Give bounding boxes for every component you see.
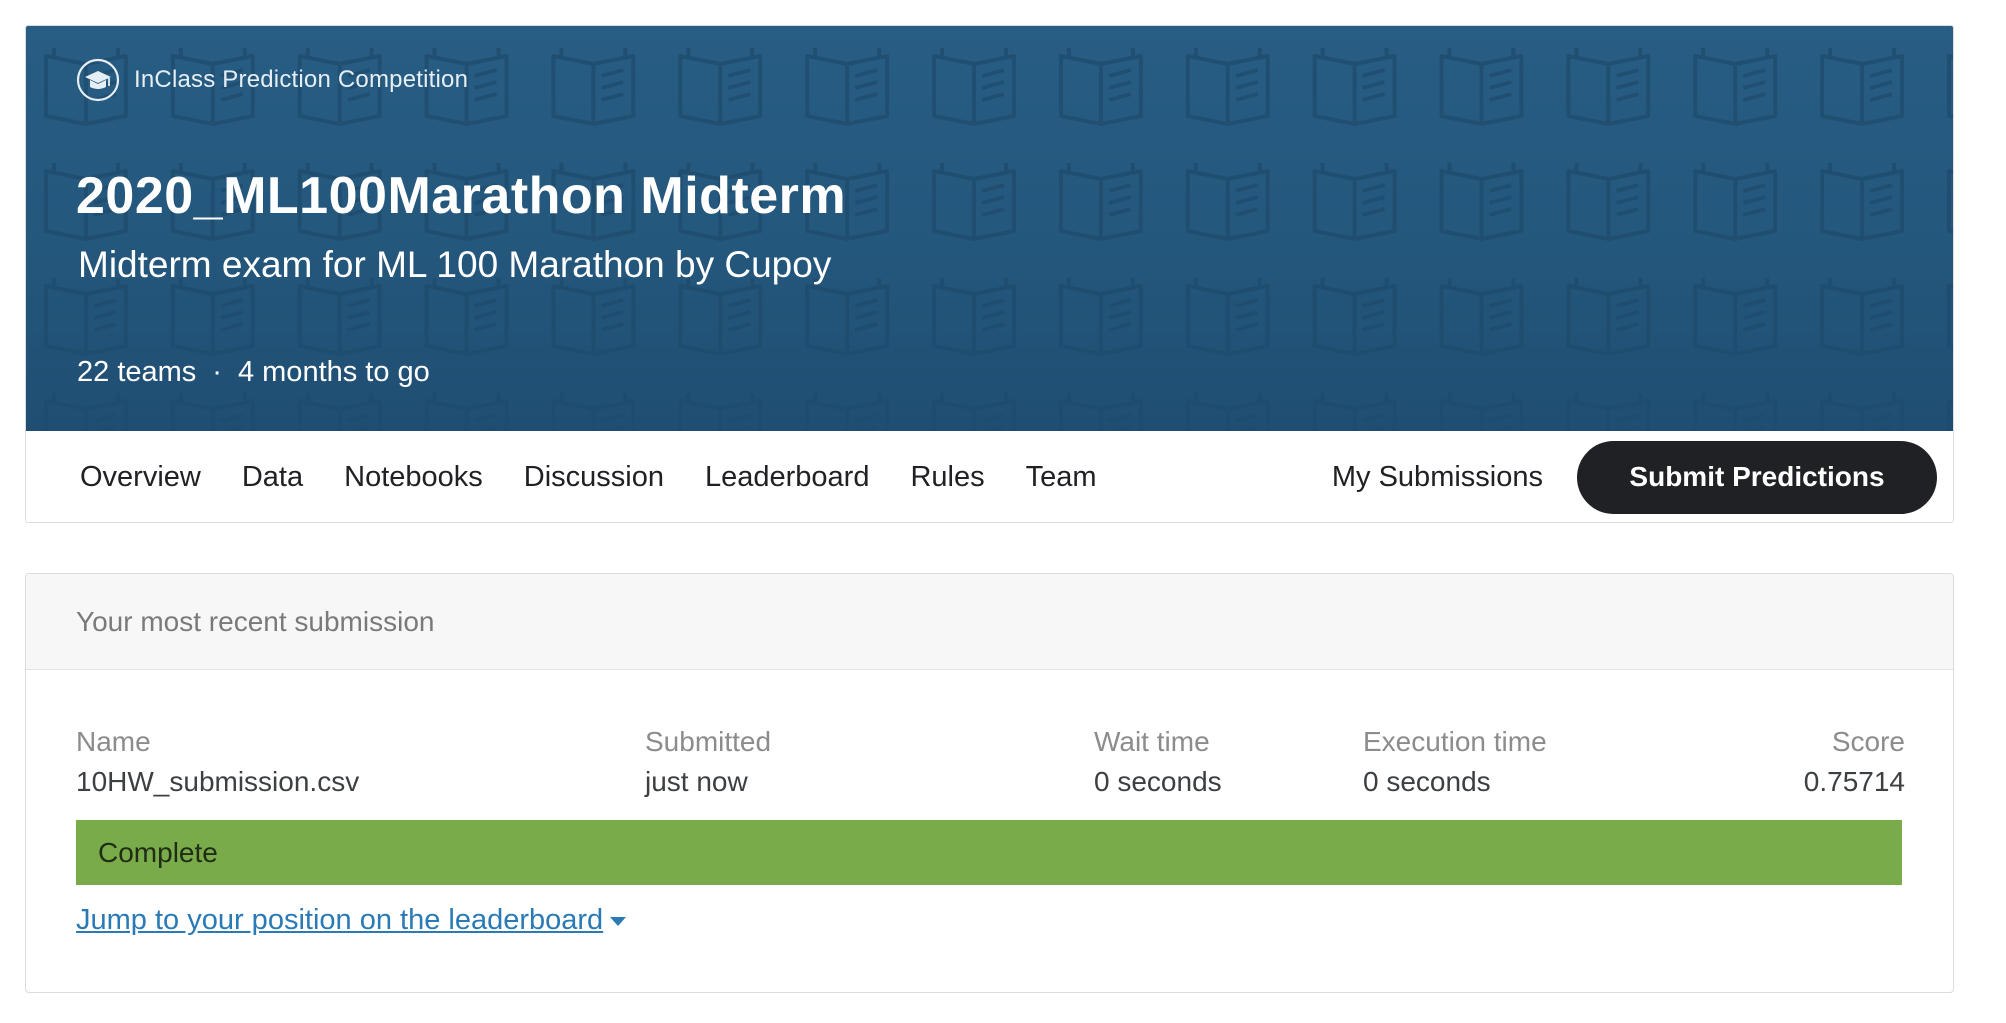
wait-time-column: Wait time 0 seconds (1094, 722, 1222, 802)
meta-separator: · (212, 356, 222, 388)
competition-title: 2020_ML100Marathon Midterm (76, 167, 847, 225)
submission-status-bar: Complete (76, 820, 1902, 885)
my-submissions-link[interactable]: My Submissions (1332, 461, 1543, 494)
jump-link-label: Jump to your position on the leaderboard (76, 904, 604, 936)
submission-card-title: Your most recent submission (76, 605, 435, 637)
submit-predictions-button[interactable]: Submit Predictions (1577, 440, 1937, 514)
execution-time-label: Execution time (1363, 726, 1547, 757)
graduation-cap-icon (76, 58, 120, 102)
competition-nav: Overview Data Notebooks Discussion Leade… (26, 431, 1953, 522)
score-column: Score 0.75714 (1804, 722, 1905, 802)
tab-notebooks[interactable]: Notebooks (344, 461, 483, 494)
competition-header-card: InClass Prediction Competition 2020_ML10… (25, 25, 1954, 523)
tab-leaderboard[interactable]: Leaderboard (705, 461, 869, 494)
submission-status-text: Complete (98, 836, 218, 868)
submission-filename: 10HW_submission.csv (76, 766, 360, 797)
competition-type-label: InClass Prediction Competition (134, 66, 469, 93)
submission-card-header: Your most recent submission (26, 574, 1953, 670)
submitted-column: Submitted just now (645, 722, 771, 802)
caret-down-icon (610, 916, 627, 926)
nav-tabs: Overview Data Notebooks Discussion Leade… (80, 461, 1097, 494)
score-value: 0.75714 (1803, 766, 1905, 797)
team-count: 22 teams (77, 356, 197, 388)
tab-team[interactable]: Team (1026, 461, 1097, 494)
name-label: Name (76, 726, 151, 757)
submitted-value: just now (645, 766, 748, 797)
nav-actions: My Submissions Submit Predictions (1332, 440, 1937, 514)
execution-time-value: 0 seconds (1363, 766, 1491, 797)
competition-meta: 22 teams · 4 months to go (77, 356, 430, 389)
wait-time-value: 0 seconds (1094, 766, 1222, 797)
submission-name-column: Name 10HW_submission.csv (76, 722, 359, 802)
tab-discussion[interactable]: Discussion (524, 461, 664, 494)
submitted-label: Submitted (645, 726, 772, 757)
time-remaining: 4 months to go (237, 356, 430, 388)
tab-rules[interactable]: Rules (910, 461, 984, 494)
competition-type-badge: InClass Prediction Competition (76, 58, 468, 102)
jump-to-leaderboard-link[interactable]: Jump to your position on the leaderboard (76, 904, 627, 937)
recent-submission-card: Your most recent submission Name 10HW_su… (25, 573, 1954, 993)
score-label: Score (1831, 726, 1905, 757)
submission-card-body: Name 10HW_submission.csv Submitted just … (26, 670, 1953, 992)
execution-time-column: Execution time 0 seconds (1363, 722, 1547, 802)
wait-time-label: Wait time (1094, 726, 1210, 757)
page: InClass Prediction Competition 2020_ML10… (0, 0, 2006, 1023)
competition-banner: InClass Prediction Competition 2020_ML10… (26, 26, 1953, 431)
competition-subtitle: Midterm exam for ML 100 Marathon by Cupo… (78, 244, 832, 285)
tab-overview[interactable]: Overview (80, 461, 201, 494)
tab-data[interactable]: Data (242, 461, 303, 494)
